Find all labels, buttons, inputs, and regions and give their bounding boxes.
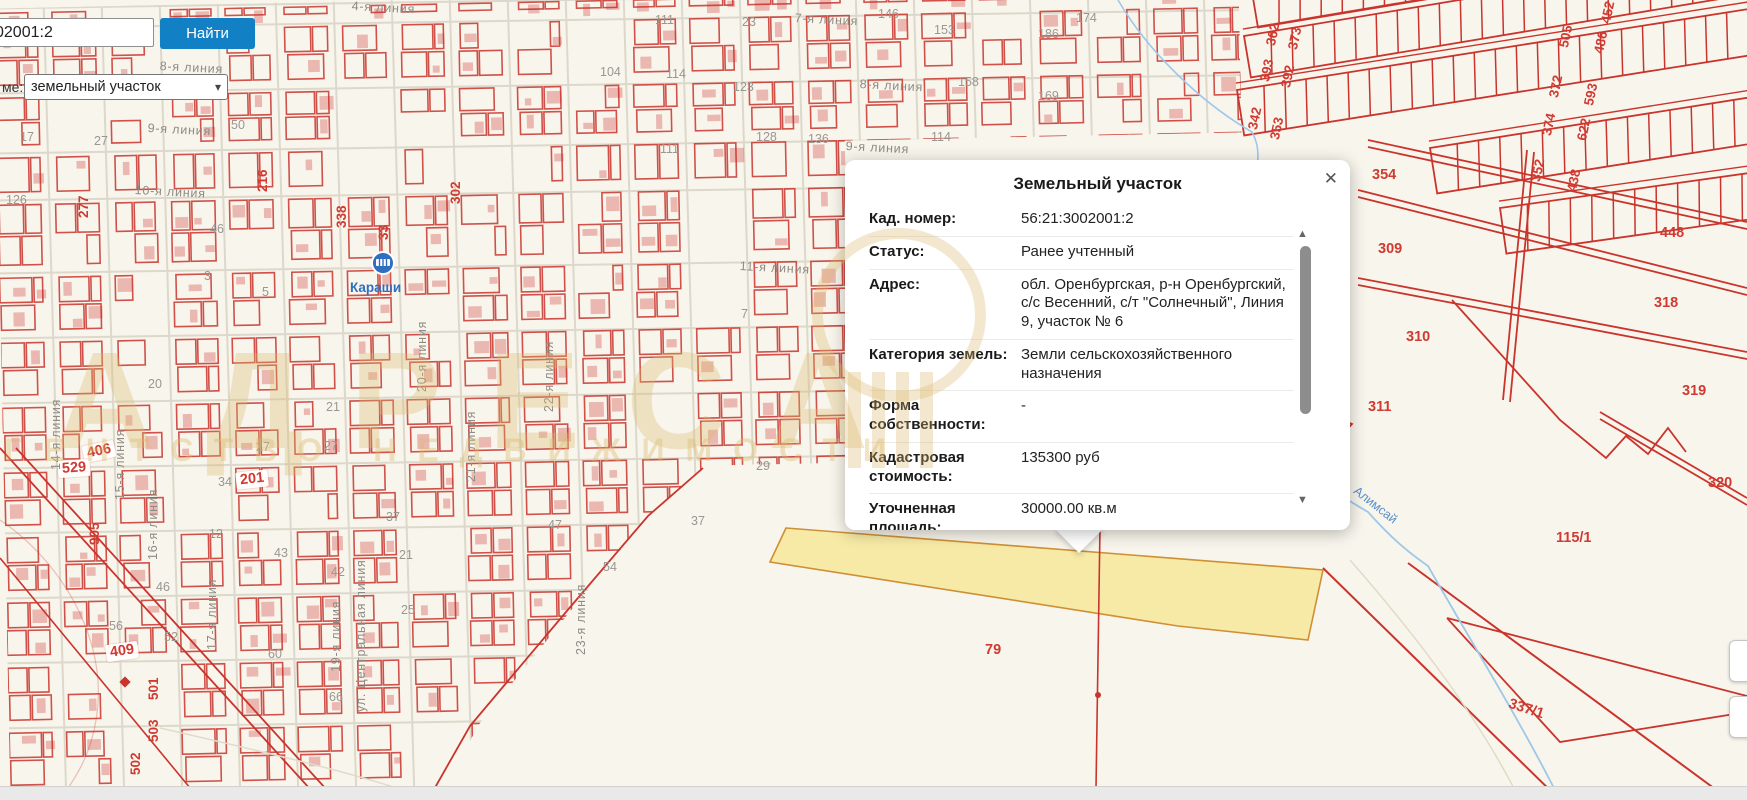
map-control-button[interactable] [1729,696,1747,738]
popup-title: Земельный участок [845,174,1350,194]
popup-row: Адрес:обл. Оренбургская, р-н Оренбургски… [869,270,1294,340]
popup-row: Статус:Ранее учтенный [869,237,1294,270]
close-icon[interactable]: ✕ [1324,170,1338,187]
scroll-up-icon[interactable]: ▲ [1297,228,1308,240]
cadastral-map-page: 1112314615318617410411412315816912813611… [0,0,1747,800]
popup-row-value: обл. Оренбургская, р-н Оренбургский, с/с… [1021,276,1294,332]
popup-row-label: Уточненная площадь: [869,500,1017,530]
map-control-button[interactable] [1729,640,1747,682]
scrollbar-thumb[interactable] [1300,246,1311,414]
chevron-down-icon: ▾ [215,80,221,94]
popup-row-label: Адрес: [869,276,1017,332]
popup-row-value: Ранее учтенный [1021,243,1294,262]
popup-row-label: Статус: [869,243,1017,262]
popup-rows: Кад. номер:56:21:3002001:2Статус:Ранее у… [869,204,1294,530]
popup-row: Кадастровая стоимость:135300 руб [869,443,1294,495]
layer-label: ме: [2,79,23,95]
popup-row: Форма собственности:- [869,391,1294,443]
popup-row-value: 30000.00 кв.м [1021,500,1294,530]
popup-row-label: Форма собственности: [869,397,1017,435]
popup-row-value: - [1021,397,1294,435]
popup-row: Кад. номер:56:21:3002001:2 [869,204,1294,237]
popup-row-value: 135300 руб [1021,449,1294,487]
popup-row-label: Кадастровая стоимость: [869,449,1017,487]
popup-row-label: Категория земель: [869,346,1017,384]
layer-select[interactable]: земельный участок ▾ [24,74,228,100]
scroll-down-icon[interactable]: ▼ [1297,494,1308,506]
popup-row-value: 56:21:3002001:2 [1021,210,1294,229]
popup-row: Уточненная площадь:30000.00 кв.м [869,494,1294,530]
page-scrollbar [0,786,1747,800]
popup-row-value: Земли сельскохозяйственного назначения [1021,346,1294,384]
parcel-info-popup: Земельный участок ✕ Кад. номер:56:21:300… [845,160,1350,530]
search-input[interactable] [0,18,154,47]
popup-row-label: Кад. номер: [869,210,1017,229]
find-button[interactable]: Найти [160,18,255,49]
layer-select-value: земельный участок [31,79,161,95]
popup-row: Категория земель:Земли сельскохозяйствен… [869,340,1294,392]
